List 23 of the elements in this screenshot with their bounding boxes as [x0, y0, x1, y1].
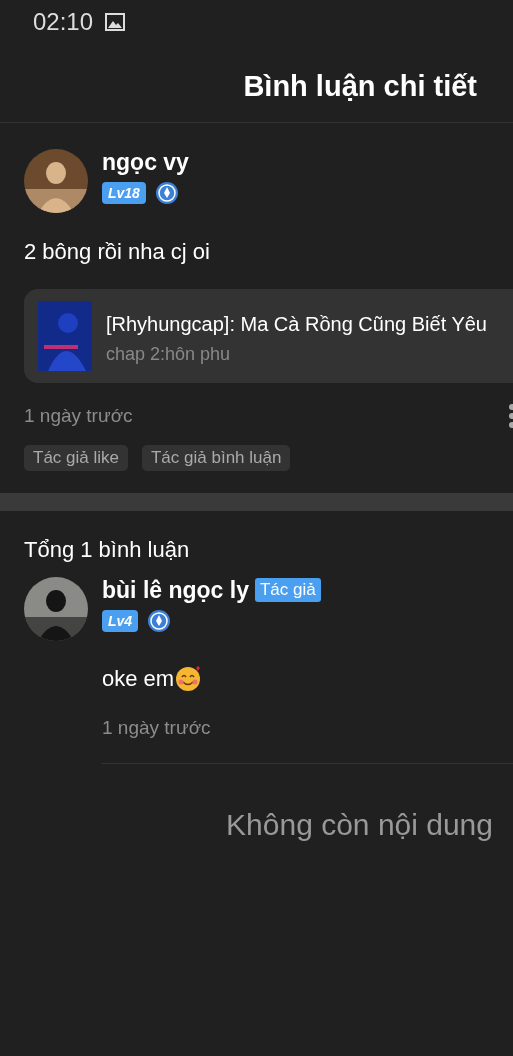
tag: Tác giả bình luận [142, 445, 291, 471]
image-icon [105, 13, 126, 31]
smiling-face-icon [174, 665, 203, 693]
tag: Tác giả like [24, 445, 128, 471]
replies-heading: Tổng 1 bình luận [23, 536, 191, 563]
reply-time: 1 ngày trước [102, 717, 211, 738]
page-title: Bình luận chi tiết [243, 70, 477, 104]
author-badge: Tác giả [254, 578, 321, 602]
end-message: Không còn nội dung [225, 808, 493, 842]
reply-text: oke em [102, 666, 175, 692]
level-badge: Lv4 [102, 610, 139, 632]
medal-icon [154, 181, 179, 205]
status-time: 02:10 [33, 8, 94, 36]
level-badge: Lv18 [102, 182, 146, 204]
story-title: [Rhyhungcap]: Ma Cà Rồng Cũng Biết Yêu [106, 313, 487, 336]
comment-text: 2 bông rồi nha cj oi [24, 239, 211, 265]
more-icon[interactable] [507, 403, 513, 429]
story-card[interactable]: [Rhyhungcap]: Ma Cà Rồng Cũng Biết Yêu chap 2:hôn phu [24, 289, 513, 383]
comment-time: 1 ngày trước [24, 405, 133, 427]
medal-icon [147, 609, 172, 633]
chapter-title: chap 2:hôn phu [106, 344, 232, 365]
user-name[interactable]: bùi lê ngọc ly [102, 577, 249, 603]
user-name[interactable]: ngọc vy [102, 149, 189, 175]
